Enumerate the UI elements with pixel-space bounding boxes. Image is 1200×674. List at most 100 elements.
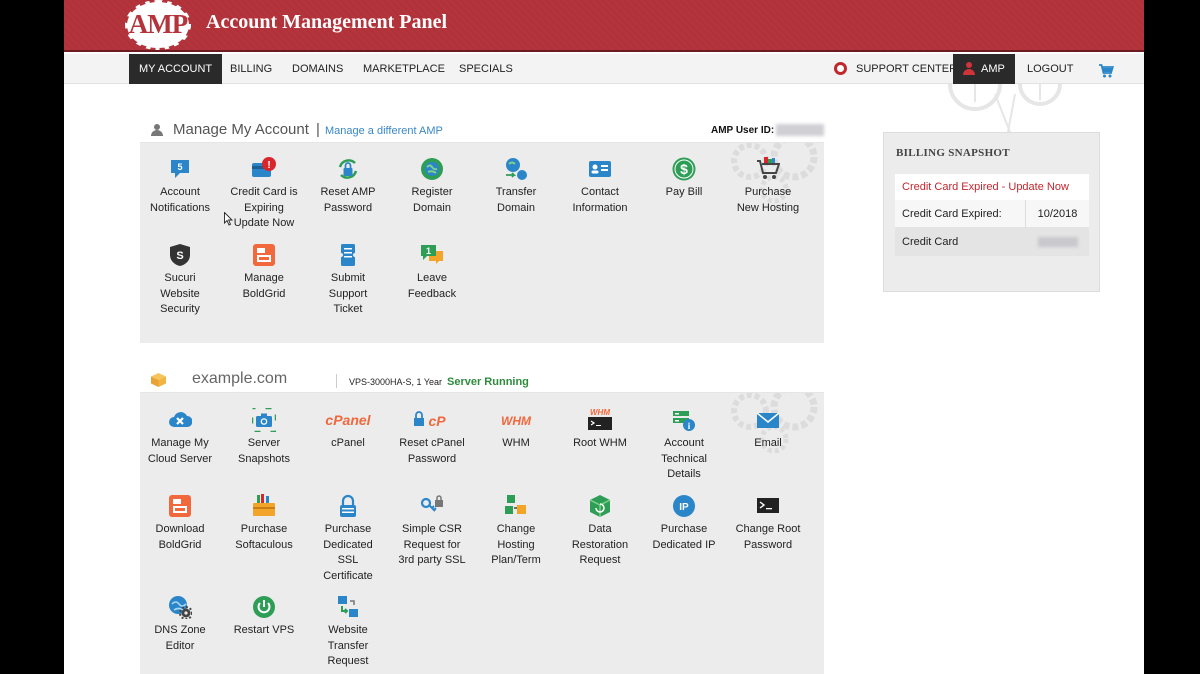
label-line: Editor xyxy=(165,639,195,652)
label-line: Sucuri xyxy=(164,272,196,284)
whm-label: WHM xyxy=(474,436,558,452)
reset-amp-password-tile[interactable]: Reset AMP Password xyxy=(306,157,390,237)
svg-text:WHM: WHM xyxy=(501,414,532,428)
account-notifications-tile[interactable]: 5 Account Notifications xyxy=(138,157,222,237)
nav-specials[interactable]: SPECIALS xyxy=(449,54,523,84)
change-hosting-plan-tile[interactable]: Change Hosting Plan/Term xyxy=(474,494,558,574)
nav-my-account[interactable]: MY ACCOUNT xyxy=(129,54,223,84)
label-line: Certificate xyxy=(323,570,373,583)
nav-support-center[interactable]: SUPPORT CENTER xyxy=(830,54,967,84)
label-line: Change xyxy=(496,523,536,535)
person-icon xyxy=(151,124,163,136)
svg-text:$: $ xyxy=(680,161,688,177)
credit-card-expired-alert-link[interactable]: Credit Card Expired - Update Now xyxy=(895,174,1089,200)
label-line: Request xyxy=(327,655,369,668)
purchase-new-hosting-tile[interactable]: Purchase New Hosting xyxy=(726,157,810,237)
svg-text:IP: IP xyxy=(679,502,689,513)
contact-information-tile[interactable]: Contact Information xyxy=(558,157,642,237)
dns-zone-editor-label: DNS Zone Editor xyxy=(138,623,222,654)
simple-csr-request-tile[interactable]: Simple CSR Request for 3rd party SSL xyxy=(390,494,474,574)
boldgrid-icon xyxy=(252,243,276,267)
amp-logo[interactable]: AMP xyxy=(125,0,191,50)
cart-button[interactable] xyxy=(1098,61,1115,78)
purchase-dedicated-ip-label: Purchase Dedicated IP xyxy=(642,522,726,553)
label-line: Download xyxy=(155,523,205,535)
reset-cpanel-password-tile[interactable]: cP Reset cPanel Password xyxy=(390,408,474,488)
support-center-label: SUPPORT CENTER xyxy=(856,63,958,75)
manage-boldgrid-tile[interactable]: Manage BoldGrid xyxy=(222,243,306,323)
shopping-cart-icon xyxy=(1099,64,1115,78)
leave-feedback-tile[interactable]: 1 Leave Feedback xyxy=(390,243,474,323)
purchase-dedicated-ssl-label: Purchase Dedicated SSL Certificate xyxy=(306,522,390,585)
envelope-icon xyxy=(756,408,780,432)
manage-cloud-server-tile[interactable]: Manage My Cloud Server xyxy=(138,408,222,488)
svg-text:!: ! xyxy=(267,160,270,171)
label-line: Dedicated xyxy=(323,538,373,551)
whm-tile[interactable]: WHM WHM xyxy=(474,408,558,488)
server-snapshots-tile[interactable]: Server Snapshots xyxy=(222,407,306,488)
main-nav: MY ACCOUNT BILLING DOMAINS MARKETPLACE S… xyxy=(64,54,1144,84)
register-domain-tile[interactable]: Register Domain xyxy=(390,157,474,237)
purchase-dedicated-ip-tile[interactable]: IP Purchase Dedicated IP xyxy=(642,494,726,574)
label-line: SSL xyxy=(337,554,359,567)
label-line: 3rd party SSL xyxy=(398,554,466,567)
pay-bill-tile[interactable]: $ Pay Bill xyxy=(642,157,726,237)
label-line: Dedicated IP xyxy=(652,538,716,551)
server-snapshots-label: Server Snapshots xyxy=(222,436,306,467)
cpanel-label: cPanel xyxy=(306,436,390,452)
cloud-tools-icon xyxy=(168,408,193,432)
server-domain: example.com xyxy=(192,370,288,387)
amp-user-id-redacted xyxy=(776,124,824,136)
label-line: Ticket xyxy=(333,303,363,316)
nav-billing[interactable]: BILLING xyxy=(220,54,282,84)
email-tile[interactable]: Email xyxy=(726,408,810,488)
nav-marketplace[interactable]: MARKETPLACE xyxy=(353,54,455,84)
account-technical-details-tile[interactable]: i Account Technical Details xyxy=(642,408,726,488)
svg-text:cP: cP xyxy=(428,413,446,429)
decorative-wheels-icon xyxy=(948,84,1062,133)
restart-vps-tile[interactable]: Restart VPS xyxy=(222,595,306,674)
leave-feedback-label: Leave Feedback xyxy=(390,271,474,302)
purchase-dedicated-ssl-tile[interactable]: Purchase Dedicated SSL Certificate xyxy=(306,494,390,582)
credit-card-expiring-tile[interactable]: ! Credit Card is Expiring Update Now xyxy=(222,157,306,237)
submit-support-ticket-label: Submit Support Ticket xyxy=(306,271,390,318)
manage-different-amp-link[interactable]: Manage a different AMP xyxy=(325,125,443,137)
label-line: Cloud Server xyxy=(147,452,213,465)
label-line: Expiring xyxy=(244,201,284,214)
manage-boldgrid-label: Manage BoldGrid xyxy=(222,271,306,302)
website-transfer-request-tile[interactable]: Website Transfer Request xyxy=(306,595,390,674)
label-line: Root WHM xyxy=(573,437,627,449)
purchase-softaculous-tile[interactable]: Purchase Softaculous xyxy=(222,494,306,574)
header-bar: AMP Account Management Panel xyxy=(64,0,1144,52)
root-whm-label: Root WHM xyxy=(558,436,642,452)
download-boldgrid-tile[interactable]: Download BoldGrid xyxy=(138,494,222,574)
transfer-domain-label: Transfer Domain xyxy=(474,185,558,216)
submit-support-ticket-tile[interactable]: Submit Support Ticket xyxy=(306,243,390,323)
svg-text:5: 5 xyxy=(177,162,182,172)
pay-bill-label: Pay Bill xyxy=(642,185,726,201)
logo-text: AMP xyxy=(128,9,188,39)
server-status: Server Running xyxy=(447,376,529,388)
root-whm-tile[interactable]: WHM Root WHM xyxy=(558,408,642,488)
purchase-new-hosting-label: Purchase New Hosting xyxy=(726,185,810,216)
transfer-domain-tile[interactable]: Transfer Domain xyxy=(474,157,558,237)
cpanel-tile[interactable]: cPanel cPanel xyxy=(306,408,390,488)
nav-logout[interactable]: LOGOUT xyxy=(1017,54,1083,84)
data-restoration-request-tile[interactable]: Data Restoration Request xyxy=(558,494,642,574)
header-divider xyxy=(336,374,337,388)
label-line: Support xyxy=(328,287,368,300)
sucuri-website-security-tile[interactable]: S Sucuri Website Security xyxy=(138,243,222,323)
manage-account-panel: Manage My Account | Manage a different A… xyxy=(140,117,824,343)
nav-amp-user[interactable]: AMP xyxy=(953,54,1015,84)
cpanel-icon: cPanel xyxy=(321,408,375,432)
change-root-password-tile[interactable]: Change Root Password xyxy=(726,494,810,574)
toolbox-icon xyxy=(252,494,276,518)
nav-domains[interactable]: DOMAINS xyxy=(282,54,353,84)
label-line: Pay Bill xyxy=(665,186,703,198)
lock-refresh-icon xyxy=(336,157,360,181)
notification-badge-icon: 5 xyxy=(168,157,192,181)
server-header: example.com VPS-3000HA-S, 1 Year Server … xyxy=(140,367,824,393)
credit-card-number-redacted xyxy=(1038,237,1078,247)
dns-zone-editor-tile[interactable]: DNS Zone Editor xyxy=(138,595,222,674)
cpanel-lock-icon: cP xyxy=(412,408,452,432)
